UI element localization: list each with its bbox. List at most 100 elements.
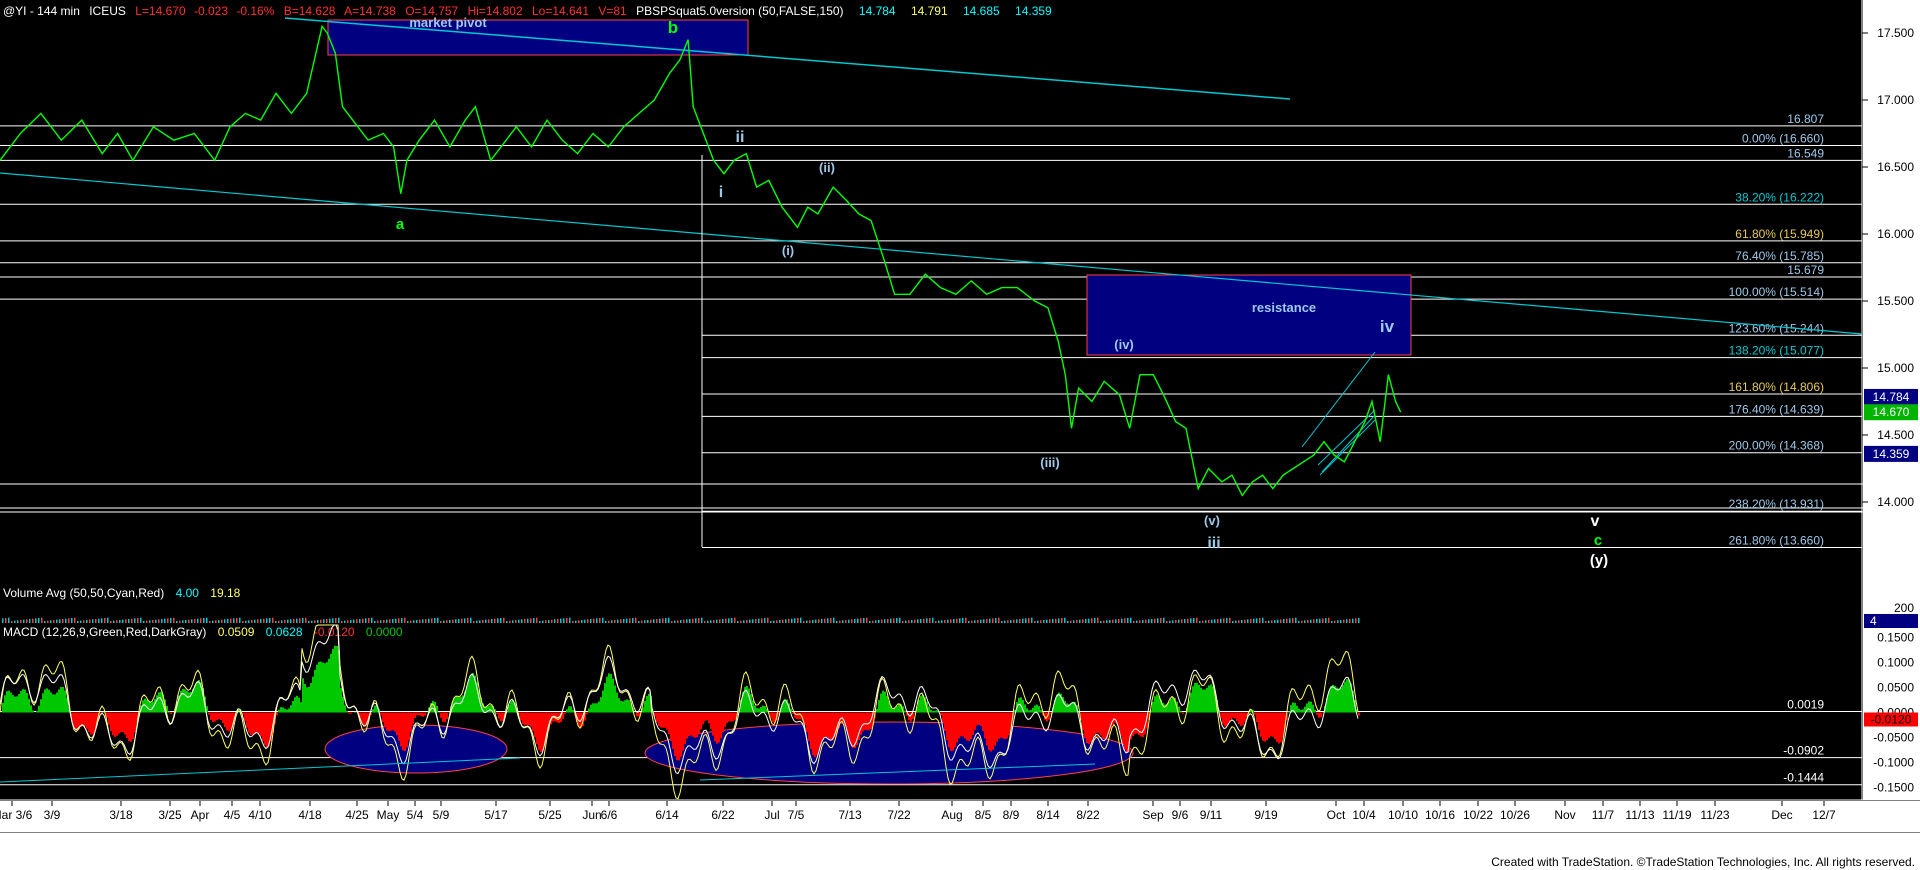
macd-hist-bar	[530, 712, 532, 727]
volume-bar	[59, 619, 61, 623]
volume-bar	[1085, 619, 1087, 623]
volume-bar	[1340, 620, 1342, 623]
macd-hist-bar	[60, 687, 62, 713]
volume-bar	[188, 619, 190, 623]
volume-bar	[1247, 619, 1249, 623]
volume-bar	[137, 618, 139, 623]
macd-hist-bar	[980, 712, 982, 726]
macd-hist-bar	[1260, 712, 1262, 737]
wave-label: ii	[736, 129, 745, 146]
volume-bar	[569, 617, 571, 623]
fib-label: 0.00% (16.660)	[1742, 132, 1824, 146]
macd-hist-bar	[862, 712, 864, 732]
macd-hist-bar	[972, 712, 974, 735]
volume-bar	[1205, 620, 1207, 623]
macd-hist-bar	[1172, 697, 1174, 713]
macd-hist-bar	[314, 669, 316, 713]
time-tick-label: 7/13	[838, 808, 862, 822]
volume-bar	[290, 619, 292, 623]
macd-hist-bar	[354, 711, 356, 713]
macd-hist-bar	[614, 685, 616, 713]
volume-bar	[434, 618, 436, 623]
volume-bar	[830, 618, 832, 623]
volume-bar	[350, 620, 352, 623]
volume-bar	[1241, 620, 1243, 623]
volume-bar	[428, 618, 430, 623]
volume-bar	[818, 619, 820, 623]
macd-hist-bar	[1338, 688, 1340, 713]
volume-bar	[677, 620, 679, 623]
macd-hist-bar	[1142, 712, 1144, 737]
volume-bar	[500, 618, 502, 623]
fib-label: 238.20% (13.931)	[1729, 497, 1824, 511]
volume-bar	[527, 618, 529, 623]
volume-bar	[794, 618, 796, 623]
macd-hist-bar	[1242, 712, 1244, 726]
wave-label: (iv)	[1114, 337, 1134, 352]
macd-hist-bar	[160, 691, 162, 713]
volume-bar	[347, 620, 349, 623]
volume-bar	[671, 621, 673, 623]
macd-hist-bar	[128, 712, 130, 742]
volume-bar	[1169, 620, 1171, 623]
macd-hist-bar	[624, 700, 626, 713]
macd-hist-bar	[208, 712, 210, 715]
volume-bar	[1331, 621, 1333, 623]
macd-hist-bar	[134, 712, 136, 733]
macd-hist-bar	[726, 712, 728, 724]
time-tick-label: 11/7	[1592, 808, 1615, 822]
volume-bar	[1124, 618, 1126, 623]
macd-hist-bar	[524, 712, 526, 726]
volume-bar	[71, 618, 73, 623]
macd-hist-bar	[1358, 712, 1360, 716]
macd-hist-bar	[966, 712, 968, 741]
volume-bar	[1349, 619, 1351, 623]
volume-bar	[266, 618, 268, 623]
macd-hist-bar	[44, 689, 46, 713]
volume-bar	[443, 620, 445, 623]
volume-bar	[440, 621, 442, 623]
volume-bar	[53, 620, 55, 623]
macd-hist-bar	[266, 712, 268, 748]
volume-bar	[230, 618, 232, 623]
header-symbol: @YI - 144 min	[3, 4, 80, 18]
volume-bar	[971, 620, 973, 623]
macd-hist-bar	[1210, 684, 1212, 713]
wave-label: (v)	[1204, 513, 1220, 528]
volume-bar	[302, 618, 304, 623]
volume-bar	[155, 619, 157, 623]
volume-bar	[833, 617, 835, 623]
macd-hist-bar	[1208, 685, 1210, 713]
macd-hist-bar	[990, 712, 992, 752]
price-tag: 14.359	[1873, 447, 1910, 461]
wave-label: iii	[1207, 535, 1220, 552]
volume-bar	[1181, 619, 1183, 623]
macd-hist-bar	[864, 712, 866, 731]
price-chart[interactable]: @YI - 144 min ICEUS L=14.670 -0.023 -0.1…	[0, 0, 1920, 870]
macd-hist-bar	[1330, 686, 1332, 713]
volume-bar	[761, 618, 763, 623]
macd-hist-bar	[10, 692, 12, 713]
macd-hist-bar	[50, 692, 52, 713]
macd-hist-bar	[312, 676, 314, 713]
volume-bar	[1244, 619, 1246, 623]
volume-bar	[140, 617, 142, 623]
volume-bar	[317, 620, 319, 623]
volume-label: Volume Avg (50,50,Cyan,Red)	[3, 586, 164, 600]
macd-hist-bar	[280, 707, 282, 713]
macd-hist-bar	[62, 686, 64, 713]
volume-bar	[1334, 620, 1336, 623]
macd-hist-bar	[332, 648, 334, 713]
macd-hist-bar	[636, 712, 638, 717]
macd-hist-bar	[1190, 692, 1192, 713]
macd-hist-bar	[1276, 712, 1278, 742]
volume-bar	[542, 620, 544, 623]
macd-hist-bar	[182, 688, 184, 713]
macd-hist-bar	[946, 712, 948, 741]
volume-bar	[8, 617, 10, 623]
macd-tag: -0.0120	[1871, 713, 1912, 727]
macd-hist-bar	[230, 712, 232, 730]
time-tick-label: 8/5	[975, 808, 992, 822]
macd-hist-bar	[276, 712, 278, 716]
time-tick-label: May	[377, 808, 400, 822]
